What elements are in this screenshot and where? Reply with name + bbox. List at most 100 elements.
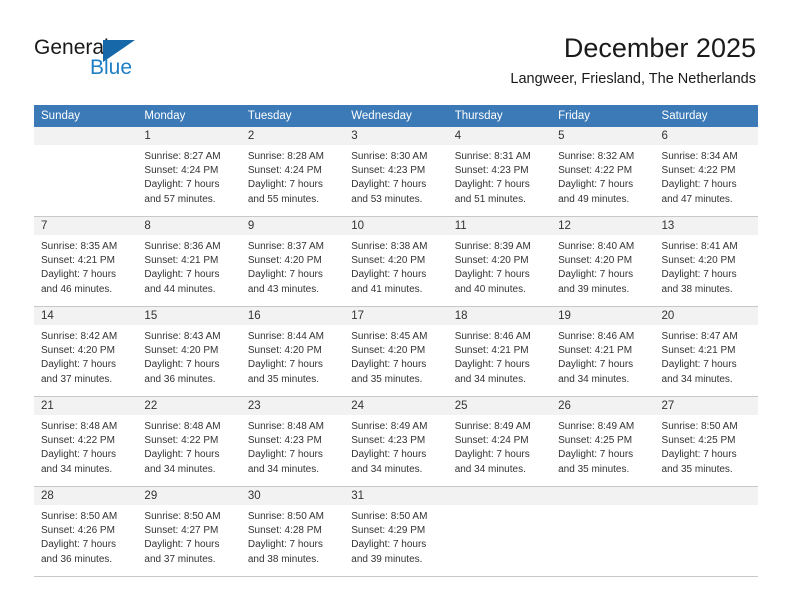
- calendar-day-cell[interactable]: 10 Sunrise: 8:38 AM Sunset: 4:20 PM Dayligh…: [344, 217, 448, 307]
- calendar-day-cell[interactable]: 30 Sunrise: 8:50 AM Sunset: 4:28 PM Dayligh…: [240, 487, 345, 577]
- calendar-day-cell[interactable]: 23 Sunrise: 8:48 AM Sunset: 4:23 PM Dayligh…: [240, 397, 345, 487]
- day-cell-content: 18 Sunrise: 8:46 AM Sunset: 4:21 PM Dayligh…: [447, 307, 552, 397]
- daylight-text-line1: Daylight: 7 hours: [351, 179, 427, 191]
- calendar-day-cell[interactable]: 26 Sunrise: 8:49 AM Sunset: 4:25 PM Dayligh…: [551, 397, 655, 487]
- calendar-day-cell[interactable]: 14 Sunrise: 8:42 AM Sunset: 4:20 PM Dayligh…: [34, 307, 138, 397]
- daylight-text-line1: Daylight: 7 hours: [41, 539, 117, 551]
- daylight-text-line1: Daylight: 7 hours: [247, 359, 323, 371]
- daylight-text-line2: and 37 minutes.: [144, 553, 216, 565]
- daylight-text-line2: and 53 minutes.: [351, 193, 423, 205]
- day-number: 18: [447, 307, 552, 325]
- daylight-text-line2: and 36 minutes.: [144, 373, 216, 385]
- calendar-day-cell[interactable]: 13 Sunrise: 8:41 AM Sunset: 4:20 PM Dayligh…: [654, 217, 758, 307]
- general-blue-logo[interactable]: General Blue: [34, 36, 164, 86]
- daylight-text-line1: Daylight: 7 hours: [661, 449, 737, 461]
- calendar-day-cell[interactable]: 17 Sunrise: 8:45 AM Sunset: 4:20 PM Dayligh…: [344, 307, 448, 397]
- sunrise-text: Sunrise: 8:36 AM: [144, 241, 221, 252]
- calendar-day-cell[interactable]: 9 Sunrise: 8:37 AM Sunset: 4:20 PM Daylight…: [240, 217, 345, 307]
- sunrise-sunset-calendar-table: Sunday Monday Tuesday Wednesday Thursday…: [34, 105, 758, 577]
- sunrise-text: Sunrise: 8:46 AM: [454, 331, 531, 342]
- calendar-day-cell[interactable]: 7 Sunrise: 8:35 AM Sunset: 4:21 PM Daylight…: [34, 217, 138, 307]
- daylight-text-line2: and 55 minutes.: [247, 193, 320, 205]
- day-cell-content: 1 Sunrise: 8:27 AM Sunset: 4:24 PM Daylight…: [137, 127, 241, 217]
- sunset-text: Sunset: 4:27 PM: [144, 525, 219, 537]
- calendar-day-cell: [654, 487, 758, 577]
- sunrise-text: Sunrise: 8:50 AM: [144, 511, 221, 522]
- calendar-day-cell[interactable]: 25 Sunrise: 8:49 AM Sunset: 4:24 PM Dayligh…: [447, 397, 552, 487]
- daylight-text-line2: and 35 minutes.: [661, 463, 733, 475]
- calendar-day-cell[interactable]: 6 Sunrise: 8:34 AM Sunset: 4:22 PM Daylight…: [654, 127, 758, 217]
- calendar-day-cell[interactable]: 20 Sunrise: 8:47 AM Sunset: 4:21 PM Dayligh…: [654, 307, 758, 397]
- day-number: 20: [654, 307, 758, 325]
- calendar-day-cell[interactable]: 11 Sunrise: 8:39 AM Sunset: 4:20 PM Dayligh…: [447, 217, 552, 307]
- day-details: Sunrise: 8:39 AM Sunset: 4:20 PM Daylight:…: [448, 235, 551, 297]
- daylight-text-line2: and 41 minutes.: [351, 283, 423, 295]
- day-cell-content: 29 Sunrise: 8:50 AM Sunset: 4:27 PM Dayligh…: [137, 487, 241, 577]
- day-number: 28: [34, 487, 138, 505]
- sunset-text: Sunset: 4:22 PM: [144, 435, 219, 447]
- daylight-text-line2: and 40 minutes.: [454, 283, 526, 295]
- day-details: [448, 505, 551, 510]
- daylight-text-line1: Daylight: 7 hours: [351, 359, 427, 371]
- daylight-text-line2: and 38 minutes.: [661, 283, 733, 295]
- sunset-text: Sunset: 4:22 PM: [41, 435, 115, 447]
- calendar-day-cell[interactable]: 31 Sunrise: 8:50 AM Sunset: 4:29 PM Dayligh…: [344, 487, 448, 577]
- day-cell-content: 23 Sunrise: 8:48 AM Sunset: 4:23 PM Dayligh…: [240, 397, 345, 487]
- calendar-day-cell[interactable]: 18 Sunrise: 8:46 AM Sunset: 4:21 PM Dayligh…: [447, 307, 552, 397]
- day-cell-content: 15 Sunrise: 8:43 AM Sunset: 4:20 PM Dayligh…: [137, 307, 241, 397]
- daylight-text-line2: and 35 minutes.: [351, 373, 423, 385]
- day-number: 5: [551, 127, 655, 145]
- sunrise-text: Sunrise: 8:38 AM: [351, 241, 428, 252]
- calendar-day-cell[interactable]: 29 Sunrise: 8:50 AM Sunset: 4:27 PM Dayligh…: [137, 487, 241, 577]
- calendar-page: General Blue December 2025 Langweer, Fri…: [0, 0, 792, 612]
- calendar-day-cell[interactable]: 22 Sunrise: 8:48 AM Sunset: 4:22 PM Dayligh…: [137, 397, 241, 487]
- calendar-day-cell[interactable]: 12 Sunrise: 8:40 AM Sunset: 4:20 PM Dayligh…: [551, 217, 655, 307]
- day-details: Sunrise: 8:50 AM Sunset: 4:27 PM Daylight:…: [137, 505, 240, 567]
- day-number: [447, 487, 552, 505]
- day-number: 29: [137, 487, 241, 505]
- calendar-day-cell[interactable]: 21 Sunrise: 8:48 AM Sunset: 4:22 PM Dayligh…: [34, 397, 138, 487]
- daylight-text-line2: and 44 minutes.: [144, 283, 216, 295]
- calendar-day-cell[interactable]: 3 Sunrise: 8:30 AM Sunset: 4:23 PM Daylight…: [344, 127, 448, 217]
- day-number: 22: [137, 397, 241, 415]
- day-cell-empty: [551, 487, 655, 577]
- sunrise-text: Sunrise: 8:44 AM: [247, 331, 324, 342]
- daylight-text-line1: Daylight: 7 hours: [144, 539, 220, 551]
- sunset-text: Sunset: 4:20 PM: [454, 255, 529, 267]
- day-cell-content: 4 Sunrise: 8:31 AM Sunset: 4:23 PM Daylight…: [447, 127, 552, 217]
- calendar-day-cell[interactable]: 27 Sunrise: 8:50 AM Sunset: 4:25 PM Dayligh…: [654, 397, 758, 487]
- day-details: Sunrise: 8:40 AM Sunset: 4:20 PM Daylight:…: [551, 235, 654, 297]
- day-details: Sunrise: 8:48 AM Sunset: 4:23 PM Daylight:…: [241, 415, 344, 477]
- daylight-text-line2: and 34 minutes.: [558, 373, 630, 385]
- sunrise-text: Sunrise: 8:40 AM: [558, 241, 635, 252]
- day-details: Sunrise: 8:36 AM Sunset: 4:21 PM Daylight:…: [137, 235, 240, 297]
- daylight-text-line2: and 34 minutes.: [351, 463, 423, 475]
- calendar-day-cell[interactable]: 5 Sunrise: 8:32 AM Sunset: 4:22 PM Daylight…: [551, 127, 655, 217]
- calendar-day-cell[interactable]: 8 Sunrise: 8:36 AM Sunset: 4:21 PM Daylight…: [137, 217, 241, 307]
- day-number: 24: [344, 397, 448, 415]
- calendar-day-cell[interactable]: 19 Sunrise: 8:46 AM Sunset: 4:21 PM Dayligh…: [551, 307, 655, 397]
- calendar-day-cell[interactable]: 28 Sunrise: 8:50 AM Sunset: 4:26 PM Dayligh…: [34, 487, 138, 577]
- calendar-day-cell[interactable]: 4 Sunrise: 8:31 AM Sunset: 4:23 PM Daylight…: [447, 127, 552, 217]
- calendar-day-cell[interactable]: 1 Sunrise: 8:27 AM Sunset: 4:24 PM Daylight…: [137, 127, 241, 217]
- daylight-text-line2: and 34 minutes.: [144, 463, 216, 475]
- day-details: Sunrise: 8:50 AM Sunset: 4:28 PM Daylight:…: [241, 505, 344, 567]
- calendar-day-cell: [34, 127, 138, 217]
- day-number: 30: [240, 487, 345, 505]
- sunrise-text: Sunrise: 8:47 AM: [661, 331, 738, 342]
- calendar-day-cell[interactable]: 16 Sunrise: 8:44 AM Sunset: 4:20 PM Dayligh…: [240, 307, 345, 397]
- day-details: Sunrise: 8:42 AM Sunset: 4:20 PM Daylight:…: [34, 325, 137, 387]
- daylight-text-line1: Daylight: 7 hours: [351, 269, 427, 281]
- day-cell-content: 16 Sunrise: 8:44 AM Sunset: 4:20 PM Dayligh…: [240, 307, 345, 397]
- calendar-day-cell[interactable]: 15 Sunrise: 8:43 AM Sunset: 4:20 PM Dayligh…: [137, 307, 241, 397]
- calendar-day-cell[interactable]: 2 Sunrise: 8:28 AM Sunset: 4:24 PM Daylight…: [240, 127, 345, 217]
- day-number: 26: [551, 397, 655, 415]
- sunset-text: Sunset: 4:21 PM: [41, 255, 115, 267]
- daylight-text-line1: Daylight: 7 hours: [144, 359, 220, 371]
- sunrise-text: Sunrise: 8:50 AM: [247, 511, 324, 522]
- weekday-header-wednesday: Wednesday: [344, 105, 448, 127]
- calendar-day-cell[interactable]: 24 Sunrise: 8:49 AM Sunset: 4:23 PM Dayligh…: [344, 397, 448, 487]
- day-cell-empty: [34, 127, 138, 217]
- day-number: 10: [344, 217, 448, 235]
- sunset-text: Sunset: 4:20 PM: [41, 345, 115, 357]
